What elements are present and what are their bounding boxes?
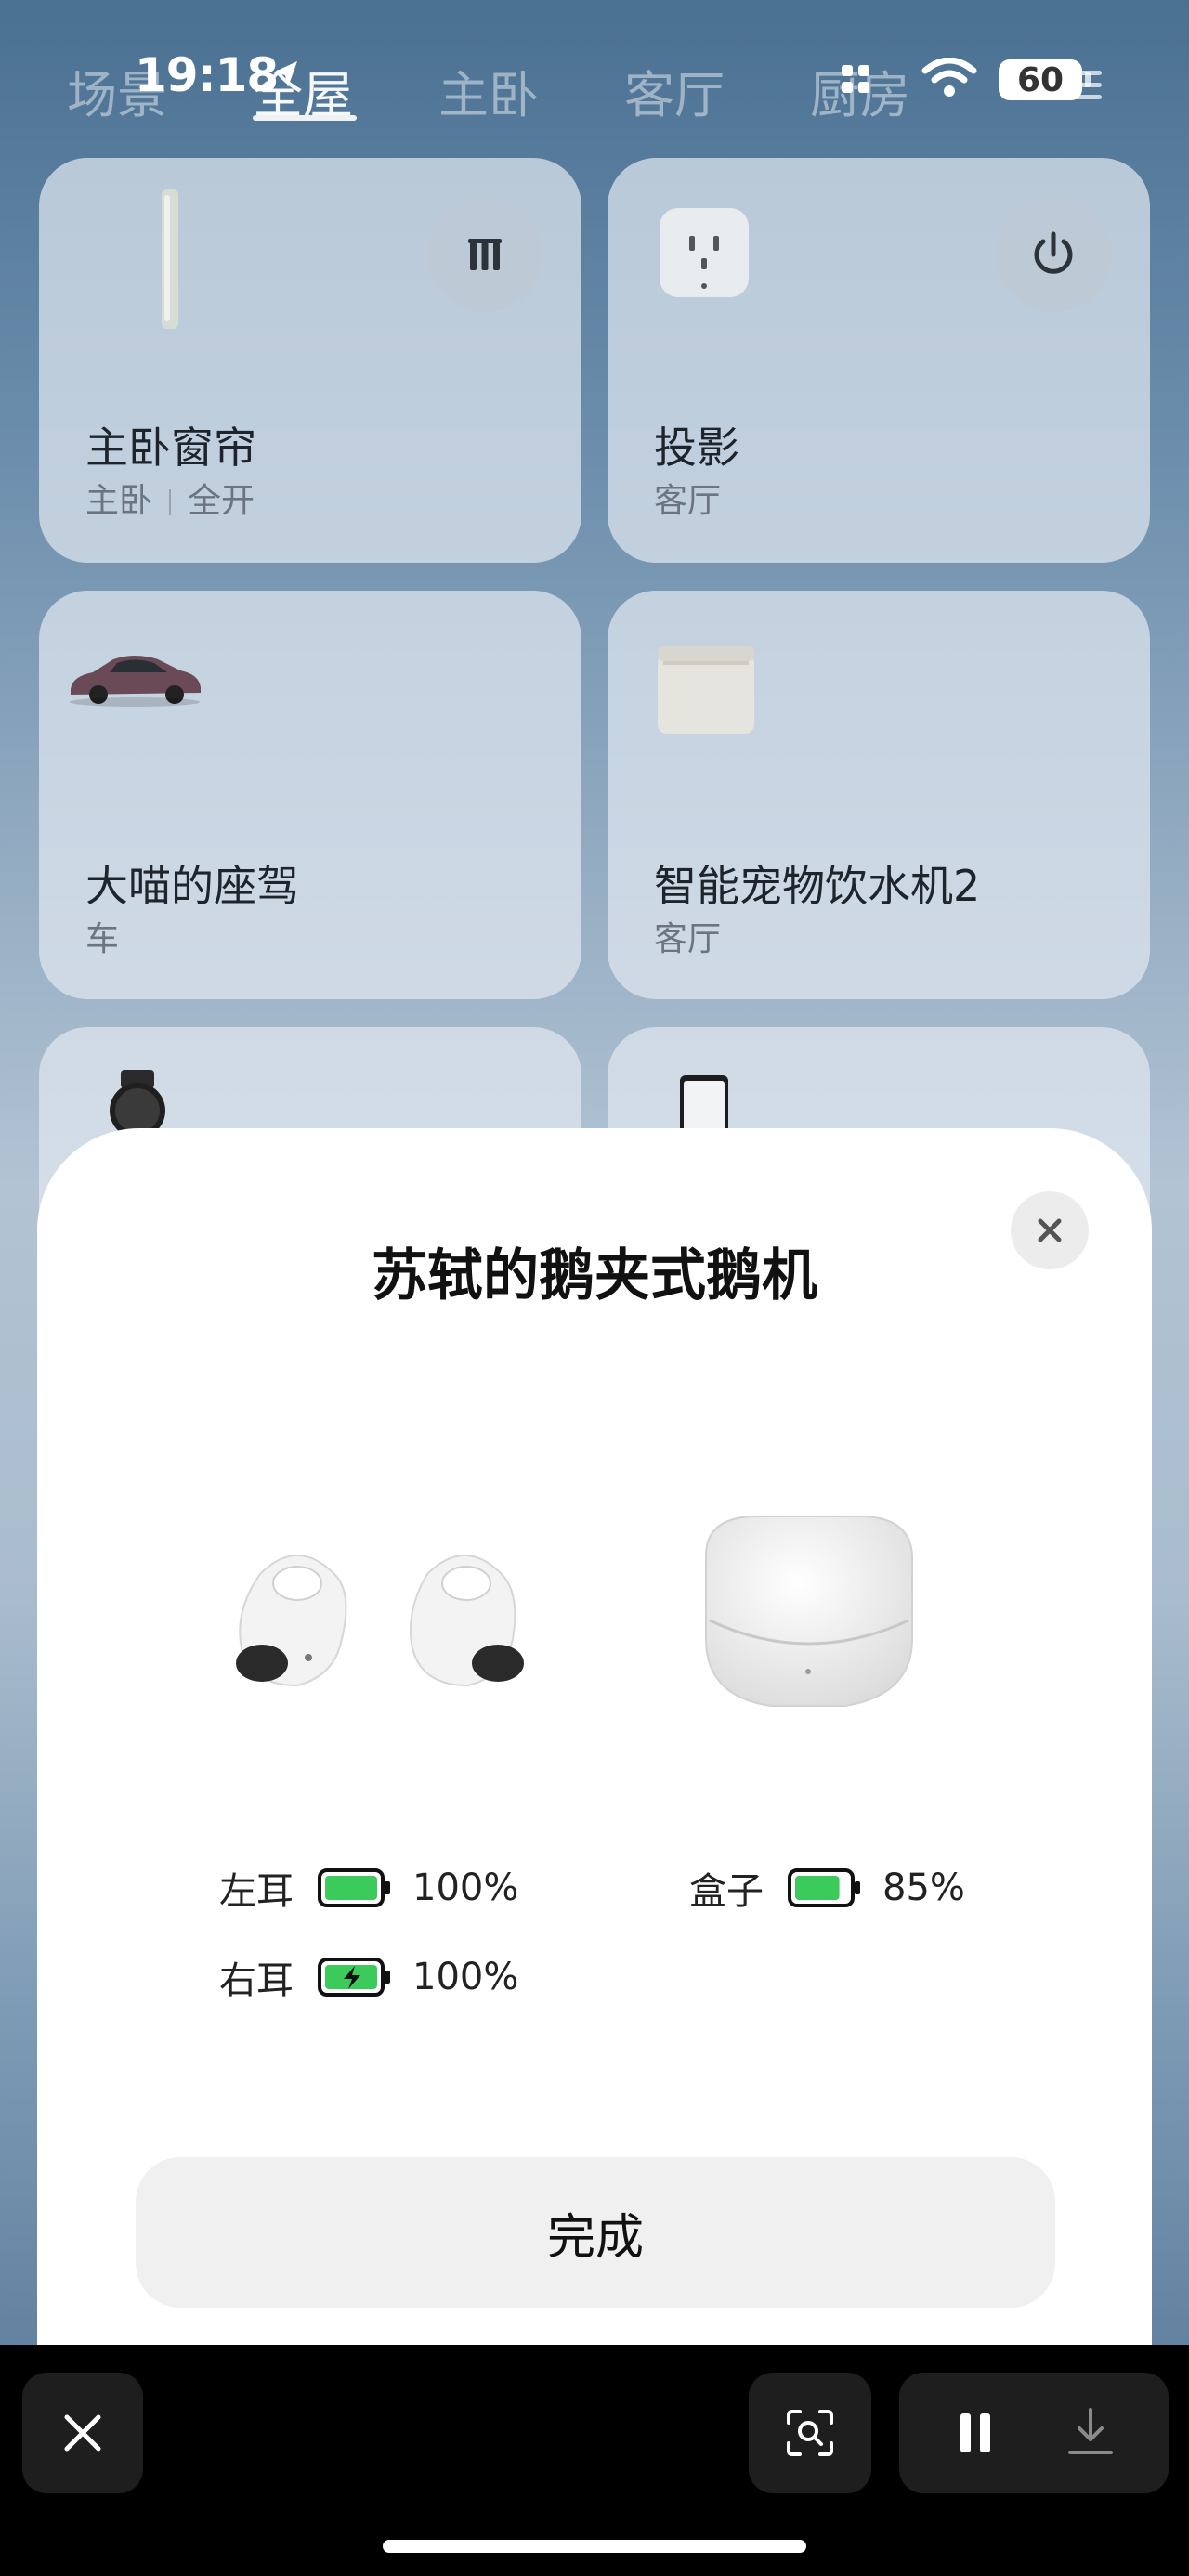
wifi-icon	[921, 58, 977, 97]
curtain-pause-button[interactable]	[427, 197, 542, 312]
left-ear-value: 100%	[412, 1867, 519, 1909]
download-icon[interactable]	[1066, 2406, 1115, 2458]
earbuds-image	[236, 1555, 524, 1687]
device-card-projector[interactable]: 投影 客厅	[608, 158, 1150, 563]
battery-charging-icon	[318, 1958, 390, 1997]
device-room: 客厅	[654, 920, 722, 958]
scan-search-icon	[787, 2410, 833, 2456]
curtain-icon	[162, 189, 178, 329]
close-icon	[64, 2414, 101, 2452]
close-button[interactable]	[1011, 1191, 1089, 1269]
car-image	[70, 656, 201, 707]
pause-icon[interactable]	[957, 2410, 994, 2456]
device-card-water-dispenser[interactable]: 智能宠物饮水机2 客厅	[608, 591, 1150, 999]
power-icon	[1034, 231, 1073, 274]
right-ear-battery-row: 右耳 100%	[219, 1951, 518, 2003]
water-dispenser-image	[658, 646, 754, 734]
stop-recording-button[interactable]	[22, 2373, 143, 2493]
app-grid-icon	[842, 65, 869, 93]
status-time: 19:18	[135, 48, 279, 102]
close-icon	[1038, 1218, 1062, 1242]
right-ear-value: 100%	[412, 1956, 519, 1998]
screenshot-search-button[interactable]	[749, 2373, 871, 2493]
device-card-car[interactable]: 大喵的座驾 车	[39, 591, 581, 999]
device-name: 主卧窗帘	[85, 423, 256, 473]
device-subtitle: 主卧 全开	[85, 474, 255, 522]
device-status: 全开	[188, 482, 255, 520]
battery-indicator: 60	[999, 59, 1082, 100]
case-label: 盒子	[689, 1870, 764, 1913]
recording-controls	[899, 2373, 1169, 2493]
socket-icon	[660, 208, 749, 297]
case-battery-row: 盒子 85%	[689, 1862, 965, 1914]
charging-case-image	[705, 1516, 913, 1707]
pause-icon	[468, 239, 502, 270]
projector-power-button[interactable]	[996, 197, 1111, 312]
left-ear-label: 左耳	[219, 1870, 294, 1913]
device-name: 智能宠物饮水机2	[654, 861, 981, 911]
done-button[interactable]: 完成	[136, 2157, 1055, 2308]
location-arrow-icon	[273, 61, 297, 87]
case-value: 85%	[882, 1867, 965, 1909]
battery-icon	[788, 1868, 860, 1907]
subtitle-separator	[169, 489, 172, 515]
right-ear-label: 右耳	[219, 1959, 294, 2002]
left-ear-battery-row: 左耳 100%	[219, 1862, 518, 1914]
status-bar: 19:18 60	[0, 0, 1189, 158]
device-room: 客厅	[654, 482, 722, 520]
device-card-curtain[interactable]: 主卧窗帘 主卧 全开	[39, 158, 581, 563]
device-room: 车	[85, 920, 120, 958]
device-room: 主卧	[85, 482, 153, 520]
device-detail-sheet: 苏轼的鹅夹式鹅机 左耳 100% 右耳 100% 盒子 85% 完成	[37, 1128, 1152, 2354]
device-name: 投影	[654, 423, 739, 473]
sheet-title: 苏轼的鹅夹式鹅机	[372, 1243, 817, 1308]
battery-icon	[318, 1868, 390, 1907]
device-name: 大喵的座驾	[85, 861, 299, 911]
home-indicator[interactable]	[383, 2540, 806, 2553]
battery-nub	[1085, 72, 1091, 87]
